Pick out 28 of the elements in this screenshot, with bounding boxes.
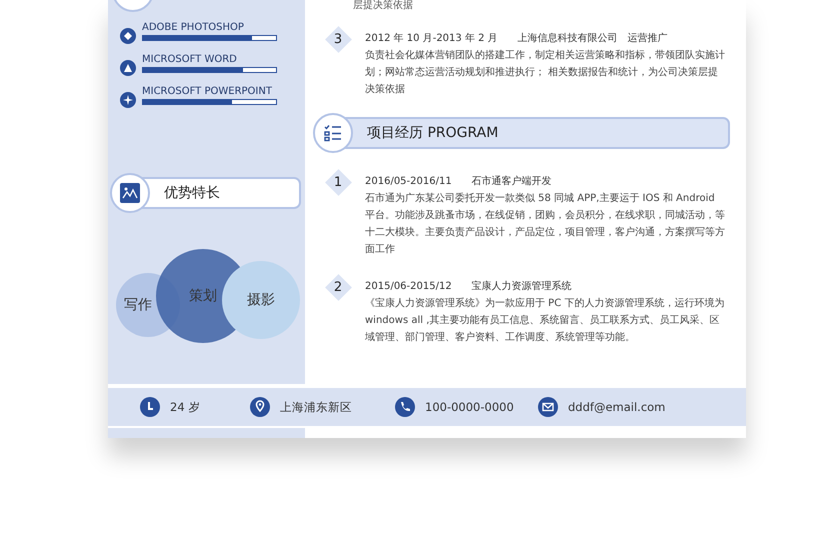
contact-text: 100-0000-0000 [425,400,514,414]
entry-date: 2012 年 10 月-2013 年 2 月 [365,32,498,46]
entry-date: 2015/06-2015/12 [365,280,452,294]
checklist-icon [324,124,342,142]
contact-text: 24 岁 [170,400,200,415]
entry-description: 《宝康人力资源管理系统》为一款应用于 PC 下的人力资源管理系统，运行环境为 windows all ,其主要功能有员工信息、系统留言、员工联系方式、员工风采、区域管理、部门管理、客户资料、工作调度、系统管理等功能。 [365,296,726,345]
project-name: 石市通客户端开发 [472,174,552,189]
cross-skill-icon [120,92,136,108]
skill-name: ADOBE PHOTOSHOP [142,22,245,33]
diamond-skill-icon [120,28,136,44]
entry-description: 石市通为广东某公司委托开发一款类似 58 同城 APP,主要运于 IOS 和 Android 平台。功能涉及跳蚤市场，在线促销，团购，会员积分，在线求职，同城活动，等十二大模块。主要负责产品设计，产品定位，项目管理，客户沟通，方案撰写等方面工作 [365,192,726,257]
text-fragment: 层提决策依据 [352,0,414,12]
skill-name: MICROSOFT WORD [142,54,238,65]
location-pin-icon [250,397,270,418]
picture-icon [120,183,140,203]
skill-name: MICROSOFT POWERPOINT [142,86,273,97]
envelope-icon [538,397,558,418]
entry-date: 2016/05-2016/11 [365,175,452,189]
triangle-skill-icon [120,60,136,76]
entry-description: 负责社会化媒体营销团队的搭建工作，制定相关运营策略和指标，带领团队实施计划；网站常态运营活动规划和推进执行； 相关数据报告和统计，为公司决策层提决策依据 [365,48,726,97]
project-name: 宝康人力资源管理系统 [472,280,572,294]
venn-circle: 摄影 [222,261,300,339]
contact-text: dddf@email.com [568,400,666,414]
clock-icon [140,397,160,418]
contact-text: 上海浦东新区 [280,400,352,415]
job-role: 运营推广 [628,32,668,46]
company-name: 上海信息科技有限公司 [518,32,618,46]
phone-icon [395,397,415,418]
